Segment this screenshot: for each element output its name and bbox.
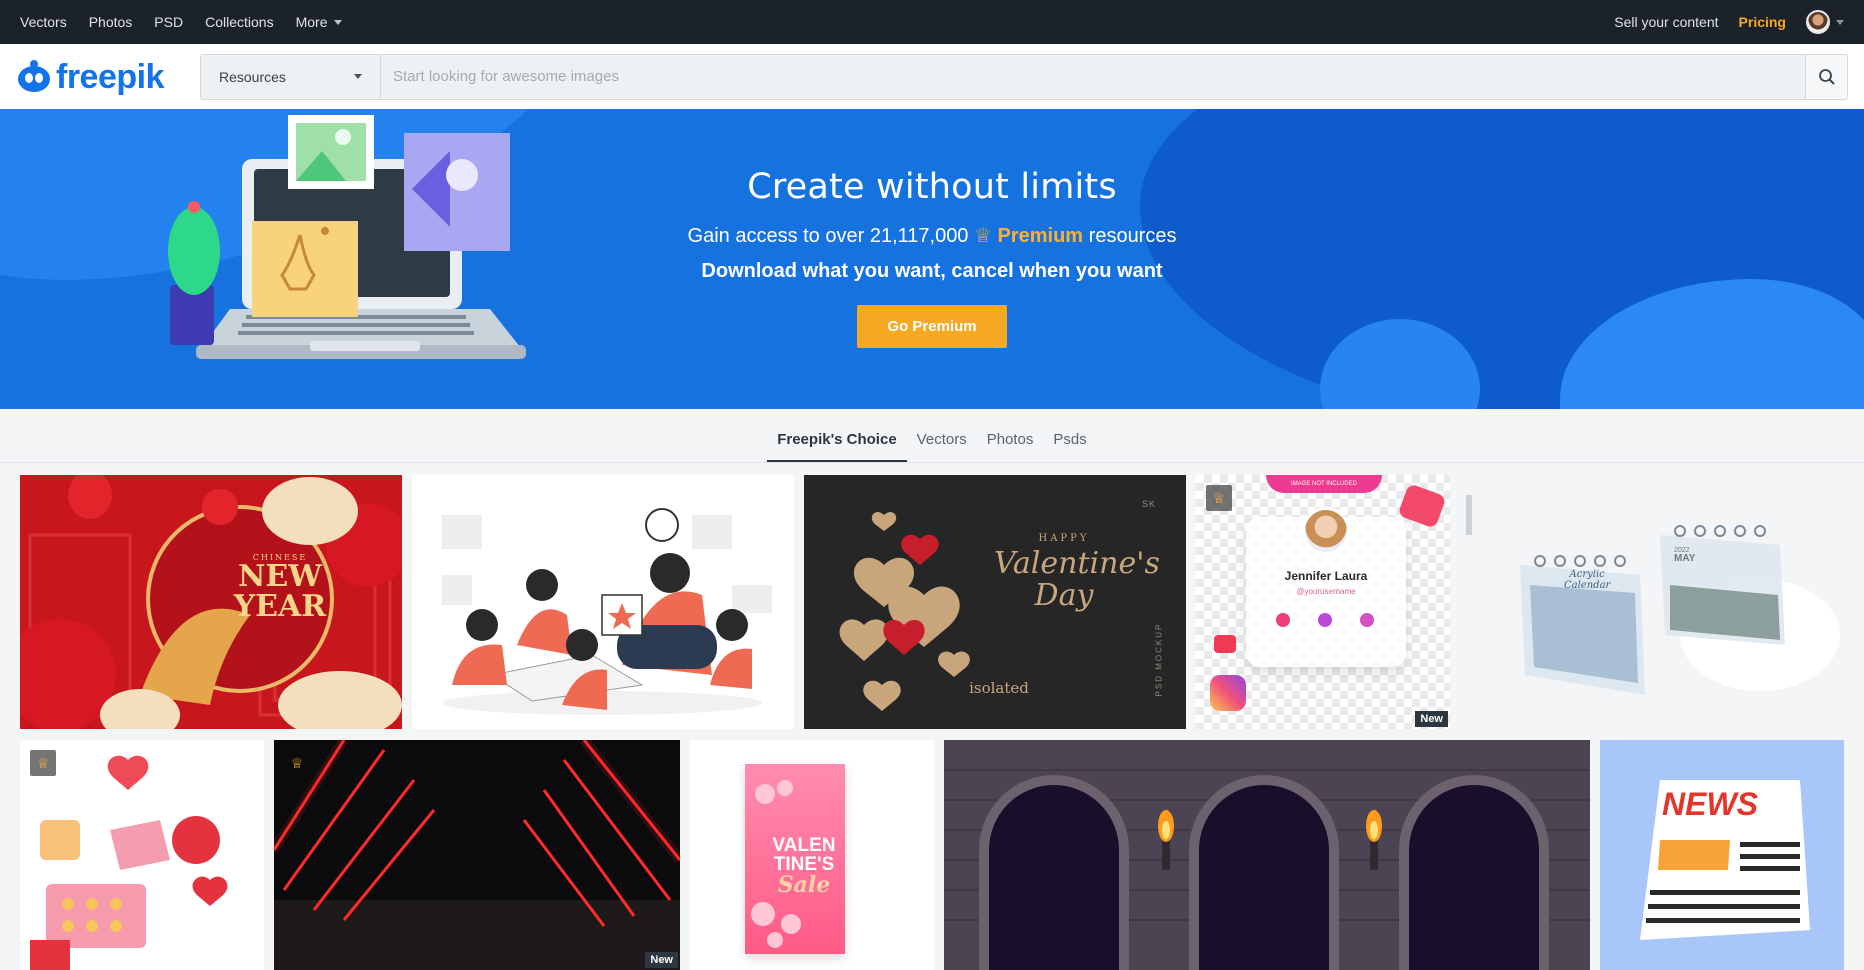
day-label: Day bbox=[1034, 577, 1094, 613]
hero-subtitle-prefix: Gain access to over 21,117,000 bbox=[687, 225, 969, 247]
dungeon-arches-art bbox=[944, 769, 1590, 970]
tab-psds[interactable]: Psds bbox=[1043, 431, 1096, 462]
valentines-title-block: HAPPY Valentine's Day bbox=[994, 533, 1160, 613]
heart-bubble-icon bbox=[1214, 635, 1236, 653]
top-pink-strip: IMAGE NOT INCLUDED bbox=[1266, 475, 1382, 493]
dots-icon bbox=[1318, 613, 1332, 627]
acrylic-calendar-art bbox=[1466, 495, 1840, 695]
hero-text: Create without limits Gain access to ove… bbox=[0, 109, 1864, 348]
pricing-link[interactable]: Pricing bbox=[1739, 14, 1786, 30]
account-area: Sell your content Pricing bbox=[1614, 10, 1844, 34]
new-badge: New bbox=[1415, 711, 1448, 727]
freepik-logo-icon bbox=[16, 59, 52, 94]
resources-dropdown[interactable]: Resources bbox=[201, 54, 381, 99]
logo-text: freepik bbox=[56, 57, 165, 96]
nav-psd[interactable]: PSD bbox=[154, 14, 183, 30]
corner-mark: SK bbox=[1141, 499, 1156, 509]
news-headline: NEWS bbox=[1662, 786, 1758, 822]
year-label: YEAR bbox=[233, 589, 327, 624]
valentine-sale-text: VALEN TINE'S Sale bbox=[769, 836, 839, 896]
search-input[interactable] bbox=[381, 54, 1805, 99]
image-card-acrylic-calendar[interactable]: Acrylic Calendar 2022 MAY bbox=[1460, 475, 1844, 729]
sale-label: Sale bbox=[777, 872, 831, 898]
premium-crown-badge: ♕ bbox=[290, 754, 304, 771]
avatar[interactable] bbox=[1806, 10, 1830, 34]
isolated-label: isolated bbox=[969, 679, 1029, 697]
new-badge: New bbox=[645, 952, 678, 968]
chinese-new-year-art bbox=[20, 475, 402, 729]
nav-vectors[interactable]: Vectors bbox=[20, 14, 67, 30]
sale-flyer: VALEN TINE'S Sale bbox=[745, 764, 845, 954]
may-label: 2022 MAY bbox=[1674, 547, 1695, 564]
hero-premium-word: Premium bbox=[997, 225, 1084, 247]
nav-photos[interactable]: Photos bbox=[89, 14, 133, 30]
crown-icon: ♕ bbox=[974, 225, 992, 247]
chevron-down-icon[interactable] bbox=[1836, 19, 1844, 25]
freepik-logo[interactable]: freepik bbox=[16, 57, 186, 96]
image-card-valentine-stickers[interactable]: ♕ bbox=[20, 740, 264, 970]
video-icon bbox=[1360, 613, 1374, 627]
resources-label: Resources bbox=[219, 68, 286, 85]
valen-label: VALEN bbox=[772, 835, 836, 856]
month-may: MAY bbox=[1674, 553, 1696, 564]
top-nav-bar: Vectors Photos PSD Collections More Sell… bbox=[0, 0, 1864, 44]
image-card-valentines-sale[interactable]: VALEN TINE'S Sale bbox=[690, 740, 934, 970]
tab-vectors[interactable]: Vectors bbox=[907, 431, 977, 462]
neon-tunnel-art bbox=[274, 740, 680, 970]
main-nav: Vectors Photos PSD Collections More bbox=[20, 14, 364, 30]
premium-hero-banner: Create without limits Gain access to ove… bbox=[0, 109, 1864, 409]
new-label: NEW bbox=[238, 559, 322, 594]
acrylic-word: Acrylic bbox=[1569, 569, 1605, 580]
hero-subtitle: Gain access to over 21,117,000 ♕ Premium… bbox=[0, 223, 1864, 248]
content-tabs: Freepik's Choice Vectors Photos Psds bbox=[0, 409, 1864, 463]
nav-more-label: More bbox=[295, 14, 328, 30]
phone-icon bbox=[1276, 613, 1290, 627]
chevron-down-icon bbox=[354, 74, 362, 79]
search-button[interactable] bbox=[1805, 54, 1847, 99]
valentines-label: Valentine's bbox=[994, 546, 1160, 581]
profile-photo bbox=[1302, 507, 1350, 555]
profile-name: Jennifer Laura bbox=[1284, 569, 1368, 583]
new-year-text: CHINESE NEW YEAR bbox=[220, 553, 340, 622]
tab-freepiks-choice[interactable]: Freepik's Choice bbox=[767, 431, 907, 462]
premium-crown-badge: ♕ bbox=[1206, 485, 1232, 511]
profile-card: Jennifer Laura @yourusername bbox=[1246, 507, 1406, 667]
instagram-logo-icon bbox=[1210, 675, 1246, 711]
premium-crown-badge: ♕ bbox=[30, 750, 56, 776]
hero-subtitle-suffix: resources bbox=[1088, 225, 1177, 247]
psd-mockup-side-label: PSD MOCKUP bbox=[1154, 622, 1164, 697]
search-icon bbox=[1818, 68, 1835, 85]
image-card-instagram-profile[interactable]: IMAGE NOT INCLUDED Jennifer Laura @youru… bbox=[1196, 475, 1450, 729]
acrylic-label: Acrylic Calendar bbox=[1564, 569, 1610, 591]
image-card-chinese-new-year[interactable]: CHINESE NEW YEAR bbox=[20, 475, 402, 729]
newspaper-art bbox=[1640, 780, 1810, 940]
hero-title: Create without limits bbox=[747, 167, 1117, 207]
go-premium-button[interactable]: Go Premium bbox=[857, 305, 1007, 348]
image-card-kids-drawing[interactable] bbox=[412, 475, 794, 729]
image-card-dungeon-arches[interactable] bbox=[944, 740, 1590, 970]
valentine-stickers-art bbox=[30, 755, 228, 970]
hero-tagline: Download what you want, cancel when you … bbox=[701, 260, 1163, 282]
nav-more[interactable]: More bbox=[296, 14, 343, 30]
image-card-valentines-day[interactable]: HAPPY Valentine's Day isolated SK PSD MO… bbox=[804, 475, 1186, 729]
search-header: freepik Resources bbox=[0, 44, 1864, 109]
tab-photos[interactable]: Photos bbox=[977, 431, 1044, 462]
image-card-neon-tunnel[interactable]: ♕ New bbox=[274, 740, 680, 970]
pink-bubble-icon bbox=[1397, 483, 1447, 529]
calendar-word: Calendar bbox=[1564, 580, 1611, 591]
image-card-newspaper-3d[interactable]: NEWS bbox=[1600, 740, 1844, 970]
image-grid: CHINESE NEW YEAR HAPPY Valentine's Day i… bbox=[0, 463, 1864, 970]
search-bar: Resources bbox=[200, 53, 1848, 100]
sell-your-content-link[interactable]: Sell your content bbox=[1614, 14, 1718, 30]
kids-drawing-illustration bbox=[442, 508, 772, 715]
profile-handle: @yourusername bbox=[1296, 587, 1356, 596]
chevron-down-icon bbox=[334, 19, 343, 25]
happy-label: HAPPY bbox=[1038, 533, 1090, 544]
nav-collections[interactable]: Collections bbox=[205, 14, 273, 30]
